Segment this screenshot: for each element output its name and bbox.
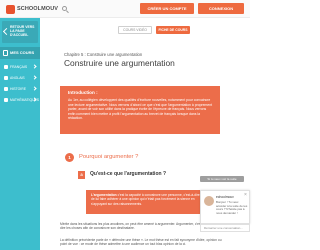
chat-input[interactable]: Démarrer une conversation...	[200, 224, 250, 232]
avatar	[204, 196, 214, 206]
logo-icon	[6, 4, 15, 14]
chat-agent-name: echoolmouv	[216, 195, 234, 199]
tab-video-course[interactable]: COURS VIDÉO	[118, 26, 152, 34]
definition-box: L'argumentation c'est la capacité à conv…	[86, 190, 204, 214]
sidebar: RETOUR VERS LA PAGE D'ACCUEIL MES COURS …	[0, 18, 40, 250]
sidebar-item-anglais[interactable]: ANGLAIS	[0, 73, 40, 82]
introduction-box: Introduction : Au 1er, au collégien déve…	[60, 86, 220, 134]
subsection-title: Qu'est-ce que l'argumentation ?	[90, 171, 166, 177]
subject-icon	[4, 75, 8, 80]
tab-course-sheet[interactable]: FICHE DE COURS	[156, 26, 190, 34]
chapter-label: Chapitre 5 : Construire une argumentatio…	[64, 52, 143, 57]
section-number: 1	[65, 153, 74, 162]
arrow-left-icon	[2, 27, 11, 36]
top-bar: SCHOOLMOUV CRÉER UN COMPTE CONNEXION	[0, 0, 250, 18]
sidebar-section-my-courses[interactable]: MES COURS	[0, 47, 40, 59]
chat-message: Bonjour ! Tu veux accéder à la suite de …	[216, 200, 248, 215]
sidebar-item-mathematiques[interactable]: MATHÉMATIQUES	[0, 95, 40, 104]
chevron-right-icon	[32, 86, 37, 91]
back-label: RETOUR VERS LA PAGE D'ACCUEIL	[10, 25, 35, 38]
sidebar-item-label: FRANÇAIS	[10, 64, 28, 69]
sidebar-item-francais[interactable]: FRANÇAIS	[0, 62, 40, 71]
sidebar-item-label: HISTOIRE	[10, 86, 26, 91]
chevron-right-icon	[32, 75, 37, 80]
search-icon[interactable]	[62, 6, 67, 11]
logo-text: SCHOOLMOUV	[17, 6, 59, 12]
subject-icon	[4, 64, 8, 69]
subject-icon	[4, 97, 8, 102]
chevron-right-icon	[32, 64, 37, 69]
back-to-home-button[interactable]: RETOUR VERS LA PAGE D'ACCUEIL	[2, 21, 38, 43]
subject-icon	[4, 86, 8, 91]
signup-button[interactable]: CRÉER UN COMPTE	[140, 3, 194, 14]
page-title: Construire une argumentation	[64, 58, 175, 68]
section-title: Pourquoi argumenter ?	[79, 154, 139, 160]
definition-lead: L'argumentation	[91, 193, 117, 197]
login-button[interactable]: CONNEXION	[198, 3, 244, 14]
introduction-title: Introduction :	[68, 90, 98, 95]
book-icon	[3, 50, 8, 56]
definition-text: L'argumentation c'est la capacité à conv…	[91, 193, 201, 206]
body-paragraph: La définition précédente parle de « défe…	[60, 238, 222, 247]
introduction-text: Au 1er, au collégien développent des qua…	[68, 98, 213, 121]
sidebar-item-histoire[interactable]: HISTOIRE	[0, 84, 40, 93]
logo[interactable]: SCHOOLMOUV	[6, 4, 58, 14]
continue-reading-badge[interactable]: Si tu veux voir la suite	[200, 176, 244, 182]
sidebar-section-label: MES COURS	[10, 50, 35, 55]
subsection-badge: a	[78, 171, 85, 179]
chat-widget[interactable]: echoolmouv × Bonjour ! Tu veux accéder à…	[200, 190, 250, 224]
sidebar-item-label: ANGLAIS	[10, 75, 25, 80]
close-icon[interactable]: ×	[244, 193, 247, 198]
